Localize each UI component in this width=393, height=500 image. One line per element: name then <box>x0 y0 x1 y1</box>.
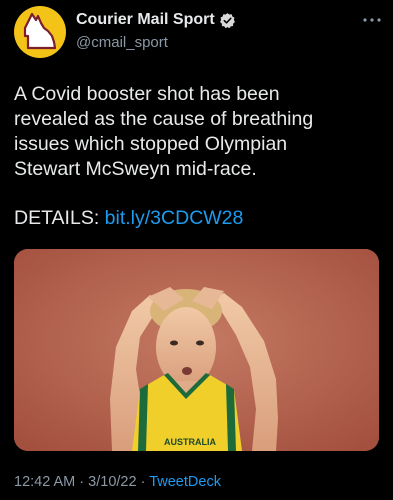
tweet-line: issues which stopped Olympian <box>14 133 288 155</box>
tweet-meta: 12:42 AM · 3/10/22 · TweetDeck <box>14 474 221 490</box>
verified-badge-icon <box>219 12 235 28</box>
author-handle[interactable]: @cmail_sport <box>76 34 236 51</box>
meta-separator: · <box>140 474 146 490</box>
tweet-media-photo[interactable]: AUSTRALIA <box>14 249 379 451</box>
tweet-line: Stewart McSweyn mid-race. <box>14 158 257 180</box>
jersey-text: AUSTRALIA <box>164 437 216 447</box>
author-info: Courier Mail Sport @cmail_sport <box>76 10 236 51</box>
tweet-line: revealed as the cause of breathing <box>14 108 314 130</box>
details-label: DETAILS: <box>14 207 100 229</box>
author-name[interactable]: Courier Mail Sport <box>76 11 215 29</box>
queensland-map-icon <box>23 12 57 50</box>
tweet-source[interactable]: TweetDeck <box>149 474 221 490</box>
more-options-icon[interactable] <box>360 10 384 30</box>
tweet-date[interactable]: 3/10/22 <box>88 474 136 490</box>
tweet-header: Courier Mail Sport @cmail_sport <box>14 6 384 62</box>
details-link[interactable]: bit.ly/3CDCW28 <box>105 207 244 229</box>
meta-separator: · <box>79 474 85 490</box>
tweet-details: DETAILS: bit.ly/3CDCW28 <box>14 206 243 231</box>
tweet-time[interactable]: 12:42 AM <box>14 474 75 490</box>
tweet-line: A Covid booster shot has been <box>14 83 280 105</box>
tweet-body: A Covid booster shot has been revealed a… <box>14 82 379 182</box>
avatar[interactable] <box>14 6 66 58</box>
athlete-photo: AUSTRALIA <box>14 249 379 451</box>
